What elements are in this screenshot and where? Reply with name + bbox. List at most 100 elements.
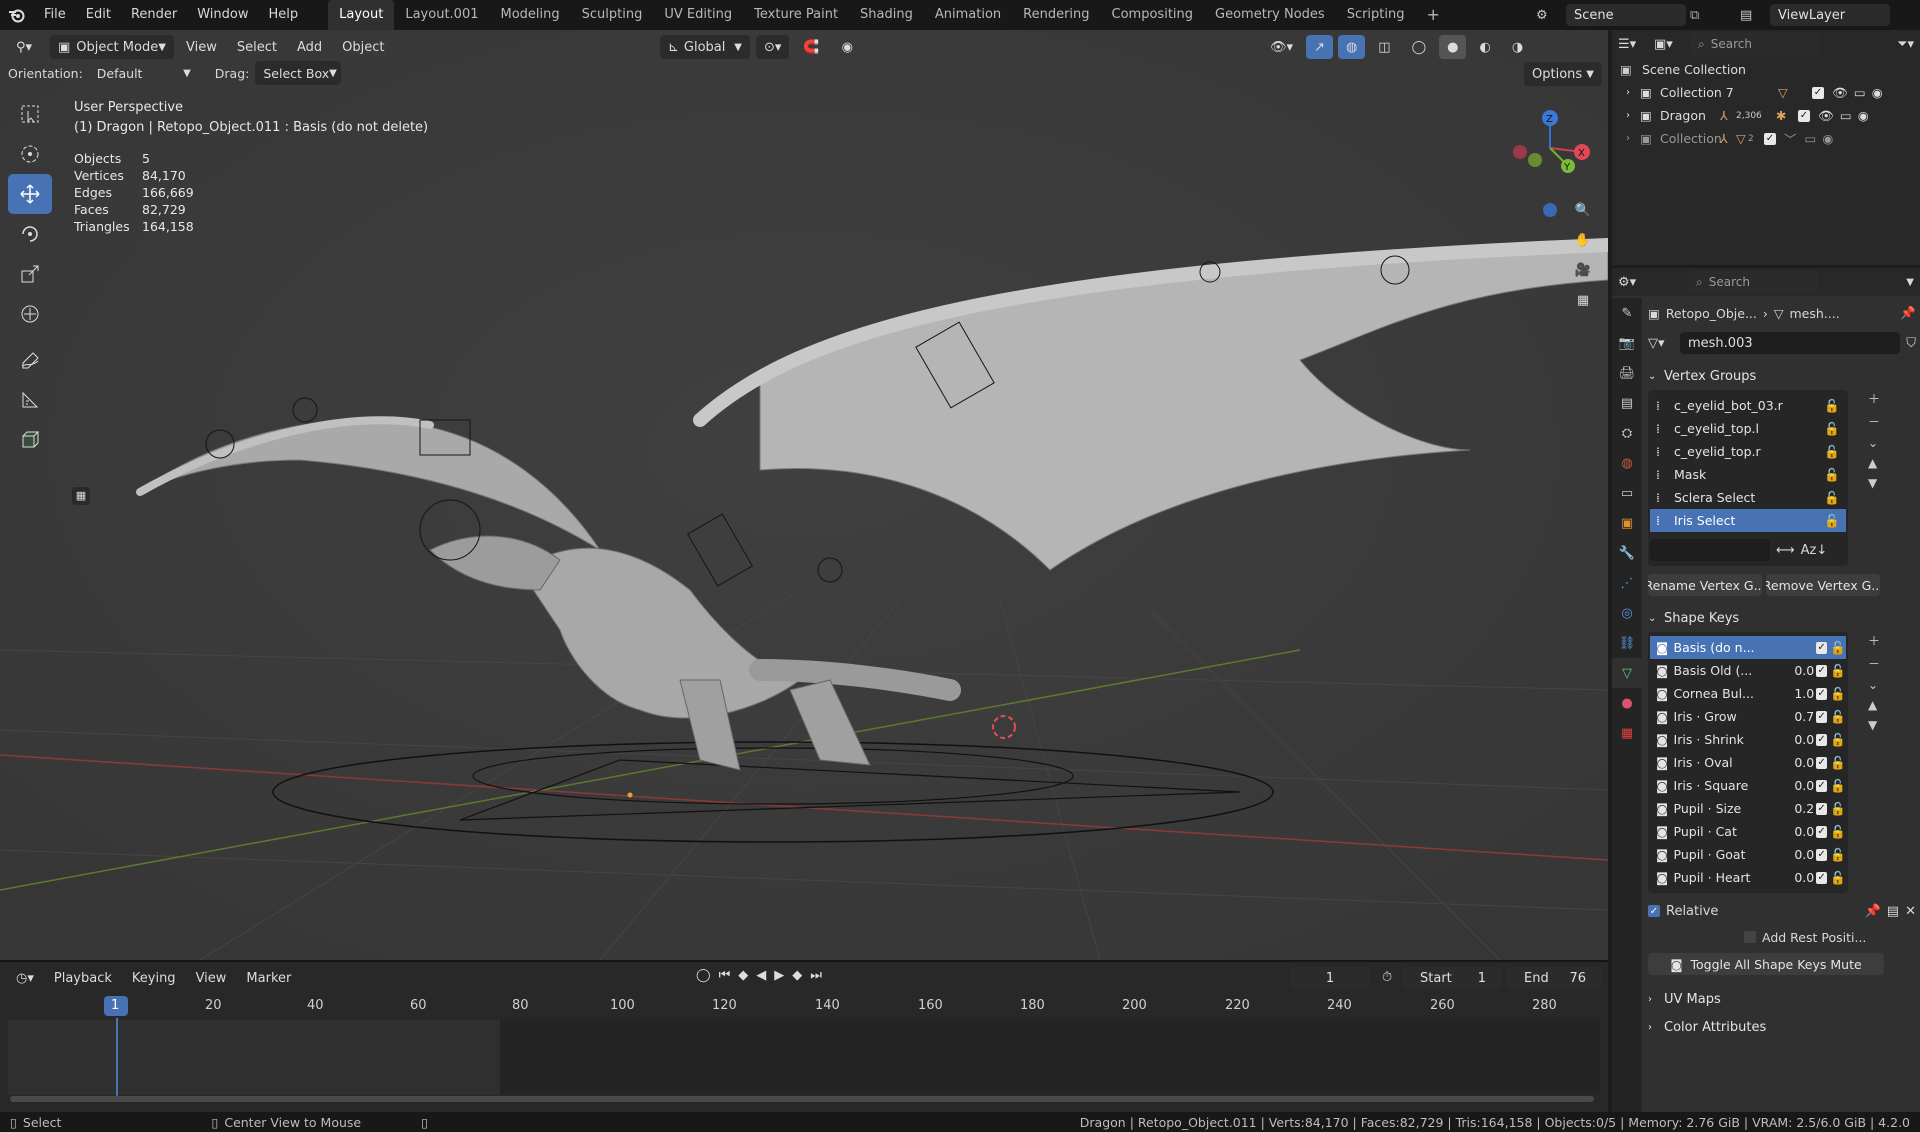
- list-item-selected[interactable]: ◙ Basis (do n... ✓ 🔓: [1650, 636, 1846, 659]
- scale-tool-icon[interactable]: [8, 254, 52, 294]
- add-cube-tool-icon[interactable]: [8, 420, 52, 460]
- move-tool-icon[interactable]: [8, 174, 52, 214]
- output-tab-icon[interactable]: 🖨: [1612, 358, 1642, 388]
- vertex-groups-list[interactable]: ⁞ c_eyelid_bot_03.r 🔓 ⁞ c_eyelid_top.l 🔓 ⁞ c_…: [1648, 390, 1848, 566]
- lock-icon[interactable]: 🔓: [1830, 847, 1846, 863]
- color-attributes-header[interactable]: › Color Attributes: [1648, 1013, 1916, 1041]
- object-tab-icon[interactable]: ▣: [1612, 508, 1642, 538]
- orientation-dropdown[interactable]: Default ▼: [89, 61, 199, 85]
- fake-user-shield-icon[interactable]: ⛉: [1906, 336, 1916, 351]
- monitor-icon[interactable]: ▭: [1854, 85, 1866, 100]
- menu-file[interactable]: File: [34, 0, 76, 30]
- sidebar-toggle-icon[interactable]: ▦: [72, 487, 90, 505]
- lock-icon[interactable]: 🔓: [1824, 398, 1840, 414]
- list-item-selected[interactable]: ⁞ Iris Select 🔓: [1650, 509, 1846, 532]
- properties-search-input[interactable]: ⌕ Search: [1688, 271, 1818, 293]
- particles-tab-icon[interactable]: ⋰: [1612, 568, 1642, 598]
- rendered-shading-icon[interactable]: ◑: [1504, 35, 1531, 59]
- eye-icon[interactable]: 👁: [1832, 85, 1848, 101]
- camera-view-icon[interactable]: 🎥: [1568, 255, 1598, 285]
- prev-keyframe-icon[interactable]: ◆: [738, 968, 748, 983]
- expand-arrow-icon[interactable]: ›: [1626, 110, 1640, 121]
- chevron-down-icon[interactable]: ▼: [1906, 277, 1914, 288]
- scene-copy-icon[interactable]: ⧉: [1690, 8, 1710, 23]
- specials-menu-icon[interactable]: ⌄: [1868, 436, 1880, 450]
- exclude-checkbox[interactable]: ✓: [1812, 86, 1824, 99]
- move-down-icon[interactable]: ▼: [1868, 476, 1880, 490]
- uv-maps-header[interactable]: › UV Maps: [1648, 985, 1916, 1013]
- select-box-tool-icon[interactable]: [8, 94, 52, 134]
- monitor-icon[interactable]: ▭: [1840, 108, 1852, 123]
- list-item[interactable]: ⁞ c_eyelid_top.r 🔓: [1650, 440, 1846, 463]
- tab-modeling[interactable]: Modeling: [489, 0, 570, 30]
- editor-type-icon[interactable]: ⚲▾: [8, 35, 46, 59]
- add-workspace-button[interactable]: +: [1416, 0, 1451, 30]
- remove-icon[interactable]: －: [1868, 413, 1880, 430]
- mesh-browse-icon[interactable]: ▽▾: [1648, 336, 1674, 351]
- stopwatch-icon[interactable]: ⏱: [1382, 970, 1392, 985]
- toggle-mute-button[interactable]: ◙ Toggle All Shape Keys Mute: [1648, 953, 1884, 975]
- measure-tool-icon[interactable]: [8, 380, 52, 420]
- list-item[interactable]: ◙ Pupil · Size 0.2 ✓ 🔓: [1650, 797, 1846, 820]
- shape-key-pin-icon[interactable]: 📌: [1865, 904, 1881, 919]
- mute-checkbox[interactable]: ✓: [1815, 848, 1828, 861]
- next-keyframe-icon[interactable]: ◆: [792, 968, 802, 983]
- jump-start-icon[interactable]: ⏮: [719, 968, 731, 983]
- expand-arrow-icon[interactable]: ›: [1626, 133, 1640, 144]
- lock-icon[interactable]: 🔓: [1824, 444, 1840, 460]
- material-tab-icon[interactable]: ●: [1612, 688, 1642, 718]
- timeline-scrollbar[interactable]: [10, 1096, 1594, 1102]
- gizmo-toggle-icon[interactable]: ↗: [1306, 35, 1333, 59]
- lock-icon[interactable]: 🔓: [1824, 513, 1840, 529]
- material-shading-icon[interactable]: ◐: [1471, 35, 1498, 59]
- tab-uv-editing[interactable]: UV Editing: [653, 0, 743, 30]
- collection-tab-icon[interactable]: ▭: [1612, 478, 1642, 508]
- end-frame-field[interactable]: End 76: [1506, 967, 1602, 989]
- list-item[interactable]: ⁞ Mask 🔓: [1650, 463, 1846, 486]
- lock-icon[interactable]: 🔓: [1830, 755, 1846, 771]
- move-up-icon[interactable]: ▲: [1868, 698, 1880, 712]
- remove-icon[interactable]: －: [1868, 655, 1880, 672]
- lock-icon[interactable]: 🔓: [1830, 663, 1846, 679]
- menu-marker[interactable]: Marker: [238, 966, 299, 990]
- tab-layout-001[interactable]: Layout.001: [394, 0, 489, 30]
- menu-view[interactable]: View: [178, 35, 225, 59]
- list-item[interactable]: ⁞ Sclera Select 🔓: [1650, 486, 1846, 509]
- jump-end-icon[interactable]: ⏭: [810, 968, 822, 983]
- xray-icon[interactable]: ◫: [1370, 35, 1398, 59]
- lock-icon[interactable]: 🔓: [1830, 824, 1846, 840]
- overlay-toggle-icon[interactable]: ◍: [1337, 35, 1366, 59]
- mute-checkbox[interactable]: ✓: [1815, 664, 1828, 677]
- tab-scripting[interactable]: Scripting: [1336, 0, 1416, 30]
- edit-mode-icon[interactable]: ▤: [1887, 904, 1899, 919]
- render-camera-icon[interactable]: ◉: [1872, 85, 1883, 100]
- play-icon[interactable]: ▶: [774, 968, 784, 983]
- scene-tab-icon[interactable]: ⛭: [1612, 418, 1642, 448]
- shape-keys-list[interactable]: ◙ Basis (do n... ✓ 🔓 ◙ Basis Old (... 0.0 ✓ 🔓 ◙…: [1648, 632, 1848, 893]
- menu-keying[interactable]: Keying: [124, 966, 184, 990]
- list-item[interactable]: ◙ Iris · Grow 0.7 ✓ 🔓: [1650, 705, 1846, 728]
- menu-playback[interactable]: Playback: [46, 966, 120, 990]
- lock-icon[interactable]: 🔓: [1830, 778, 1846, 794]
- wireframe-shading-icon[interactable]: ◯: [1404, 35, 1435, 59]
- modifier-tab-icon[interactable]: 🔧: [1612, 538, 1642, 568]
- lock-icon[interactable]: 🔓: [1830, 801, 1846, 817]
- proportional-edit-icon[interactable]: ◉: [834, 35, 861, 59]
- filter-icon[interactable]: ⏷▾: [1897, 37, 1914, 52]
- shape-keys-header[interactable]: ⌄ Shape Keys: [1648, 604, 1916, 632]
- remove-vertex-group-button[interactable]: Remove Vertex G...: [1766, 574, 1880, 596]
- blender-logo-icon[interactable]: [0, 7, 34, 23]
- exclude-checkbox[interactable]: ✓: [1764, 132, 1776, 145]
- mute-checkbox[interactable]: ✓: [1815, 710, 1828, 723]
- texture-tab-icon[interactable]: ▦: [1612, 718, 1642, 748]
- scene-field[interactable]: Scene: [1566, 4, 1686, 26]
- lock-icon[interactable]: 🔓: [1830, 870, 1846, 886]
- tool-tab-icon[interactable]: ✎: [1612, 298, 1642, 328]
- transform-tool-icon[interactable]: [8, 294, 52, 334]
- perspective-grid-icon[interactable]: ▦: [1568, 285, 1598, 315]
- move-down-icon[interactable]: ▼: [1868, 718, 1880, 732]
- view-layer-tab-icon[interactable]: ▤: [1612, 388, 1642, 418]
- list-item[interactable]: ◙ Iris · Oval 0.0 ✓ 🔓: [1650, 751, 1846, 774]
- add-rest-checkbox[interactable]: [1744, 931, 1756, 943]
- add-icon[interactable]: ＋: [1868, 632, 1880, 649]
